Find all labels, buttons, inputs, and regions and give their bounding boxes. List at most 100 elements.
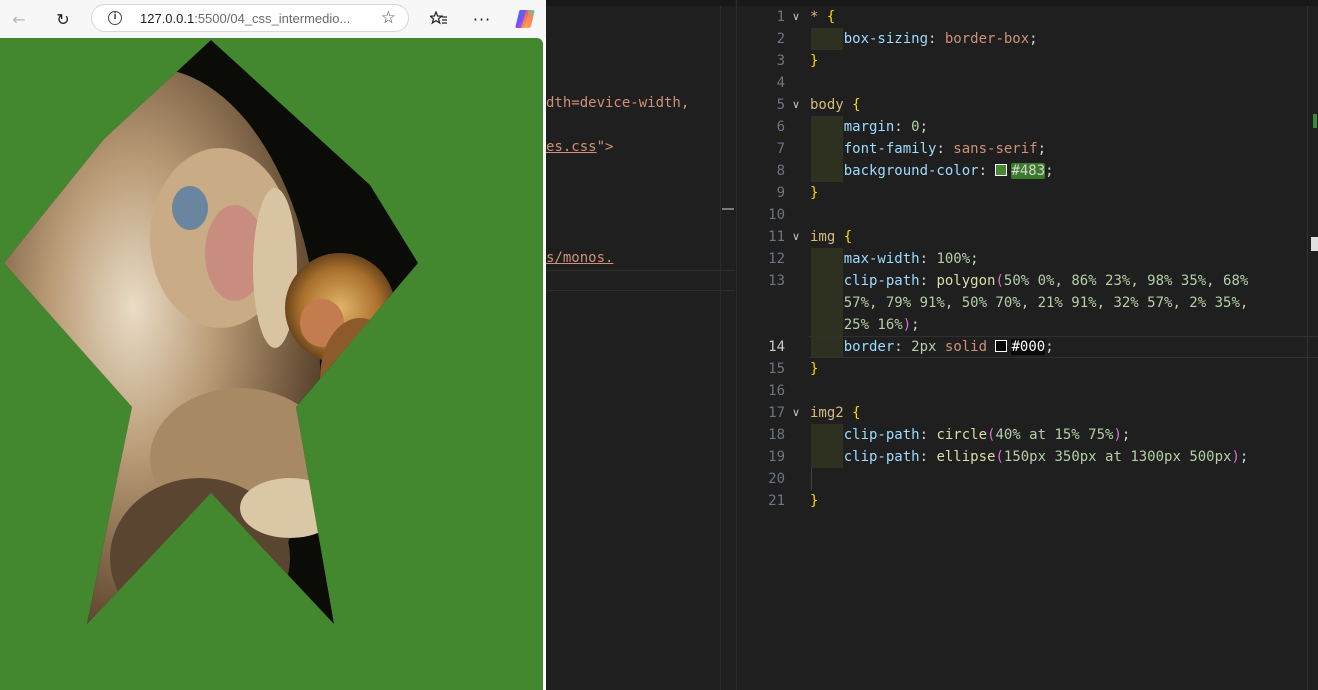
code-line-12[interactable]: max-width: 100%; bbox=[810, 248, 979, 270]
info-icon[interactable]: i bbox=[108, 11, 122, 25]
line-number: 3 bbox=[776, 53, 785, 69]
browser-window: ← ↻ i 127.0.0.1:5500/04_css_intermedio..… bbox=[0, 0, 546, 690]
line-number: 6 bbox=[776, 119, 785, 135]
color-swatch-black[interactable] bbox=[995, 340, 1008, 352]
brace: { bbox=[852, 97, 861, 113]
vertical-ruler bbox=[1307, 6, 1308, 690]
code-line-3[interactable]: } bbox=[810, 50, 818, 72]
css-property: border bbox=[843, 339, 895, 355]
css-property: clip-path bbox=[843, 449, 920, 465]
code-line-5[interactable]: body { bbox=[810, 94, 861, 116]
line-number: 5 bbox=[776, 97, 785, 113]
css-property: background-color bbox=[843, 163, 979, 179]
brace: } bbox=[810, 493, 819, 509]
brace: } bbox=[810, 361, 819, 377]
line-number-active: 14 bbox=[768, 339, 785, 355]
current-line-highlight bbox=[546, 270, 735, 291]
css-property: clip-path bbox=[843, 273, 920, 289]
indent-guide bbox=[811, 468, 844, 490]
editor-ruler bbox=[720, 6, 721, 690]
code-fragment-stylesheet[interactable]: es.css"> bbox=[546, 139, 613, 155]
page-viewport bbox=[0, 38, 543, 690]
back-arrow-icon[interactable]: ← bbox=[6, 6, 32, 32]
paren: ( bbox=[995, 273, 1004, 289]
code-line-11[interactable]: img { bbox=[810, 226, 852, 248]
code-line-13-wrap1[interactable]: 57%, 79% 91%, 50% 70%, 21% 91%, 32% 57%,… bbox=[810, 292, 1249, 314]
css-args: 57%, 79% 91%, 50% 70%, 21% 91%, 32% 57%,… bbox=[843, 295, 1249, 311]
html-editor-pane: dth=device-width, es.css"> s/monos. bbox=[546, 0, 735, 690]
clipped-monkey-image bbox=[4, 40, 418, 624]
paren: ( bbox=[995, 449, 1004, 465]
brace: { bbox=[852, 405, 861, 421]
code-line-7[interactable]: font-family: sans-serif; bbox=[810, 138, 1046, 160]
brace: { bbox=[826, 9, 836, 25]
code-line-1[interactable]: * { bbox=[810, 6, 835, 28]
css-args: 40% at 15% 75% bbox=[995, 427, 1114, 443]
fold-chevron-icon[interactable]: ∨ bbox=[792, 94, 800, 116]
code-fragment-viewport[interactable]: dth=device-width, bbox=[546, 95, 689, 111]
code-line-19[interactable]: clip-path: ellipse(150px 350px at 1300px… bbox=[810, 446, 1249, 468]
fold-chevron-icon[interactable]: ∨ bbox=[792, 6, 800, 28]
css-property: margin bbox=[843, 119, 895, 135]
paren: ) bbox=[1231, 449, 1240, 465]
url-host: 127.0.0.1 bbox=[140, 11, 195, 26]
favorite-star-icon[interactable]: ☆ bbox=[381, 8, 396, 28]
scroll-marker[interactable] bbox=[722, 208, 734, 210]
address-bar[interactable]: i 127.0.0.1:5500/04_css_intermedio... ☆ bbox=[91, 4, 409, 32]
git-change-marker[interactable] bbox=[1313, 114, 1317, 128]
browser-toolbar: ← ↻ i 127.0.0.1:5500/04_css_intermedio..… bbox=[0, 0, 546, 38]
fold-chevron-icon[interactable]: ∨ bbox=[792, 226, 800, 248]
scroll-position-marker[interactable] bbox=[1311, 237, 1318, 251]
favorites-icon[interactable] bbox=[426, 6, 452, 32]
line-number: 17 bbox=[768, 405, 785, 421]
line-number: 13 bbox=[768, 273, 785, 289]
css-value: solid bbox=[944, 339, 988, 355]
css-selector: * bbox=[810, 9, 819, 25]
copilot-icon[interactable] bbox=[512, 6, 538, 32]
css-args: 25% 16% bbox=[843, 317, 903, 333]
line-number: 19 bbox=[768, 449, 785, 465]
code-line-6[interactable]: margin: 0; bbox=[810, 116, 928, 138]
css-property: max-width bbox=[843, 251, 920, 267]
css-value: sans-serif bbox=[953, 141, 1038, 157]
code-line-13-wrap2[interactable]: 25% 16%); bbox=[810, 314, 920, 336]
code-line-13[interactable]: clip-path: polygon(50% 0%, 86% 23%, 98% … bbox=[810, 270, 1249, 292]
css-property: font-family bbox=[843, 141, 937, 157]
fold-chevron-icon[interactable]: ∨ bbox=[792, 402, 800, 424]
css-args: 50% 0%, 86% 23%, 98% 35%, 68% bbox=[1003, 273, 1249, 289]
code-line-2[interactable]: box-sizing: border-box; bbox=[810, 28, 1038, 50]
line-number: 16 bbox=[768, 383, 785, 399]
css-selector: img bbox=[810, 229, 836, 245]
line-number: 9 bbox=[776, 185, 785, 201]
paren: ) bbox=[1113, 427, 1122, 443]
code-line-15[interactable]: } bbox=[810, 358, 818, 380]
url-path: :5500/04_css_intermedio... bbox=[194, 11, 351, 26]
css-args: 150px 350px at 1300px 500px bbox=[1003, 449, 1232, 465]
code-line-18[interactable]: clip-path: circle(40% at 15% 75%); bbox=[810, 424, 1131, 446]
copilot-logo-icon bbox=[515, 10, 535, 28]
css-value: 2px bbox=[911, 339, 937, 355]
code-fragment-quote: "> bbox=[596, 139, 614, 155]
code-line-9[interactable]: } bbox=[810, 182, 818, 204]
css-selector: img2 bbox=[810, 405, 844, 421]
code-line-21[interactable]: } bbox=[810, 490, 818, 512]
color-swatch-green[interactable] bbox=[995, 164, 1008, 176]
more-options-icon[interactable]: ··· bbox=[469, 6, 495, 32]
css-function: circle bbox=[936, 427, 988, 443]
code-line-14[interactable]: border: 2px solid #000; bbox=[810, 336, 1054, 358]
paren: ) bbox=[902, 317, 912, 333]
code-fragment-img-src[interactable]: s/monos. bbox=[546, 250, 613, 266]
reload-icon[interactable]: ↻ bbox=[50, 6, 76, 32]
line-number: 20 bbox=[768, 471, 785, 487]
brace: } bbox=[810, 53, 819, 69]
line-number: 18 bbox=[768, 427, 785, 443]
css-color-value: #483 bbox=[1011, 163, 1046, 179]
css-color-value: #000 bbox=[1011, 339, 1046, 355]
url-text: 127.0.0.1:5500/04_css_intermedio... bbox=[140, 11, 365, 26]
code-line-8[interactable]: background-color: #483; bbox=[810, 160, 1054, 182]
css-editor-pane: 1 2 3 4 5 6 7 8 9 10 11 12 13 14 15 16 1… bbox=[736, 0, 1318, 690]
brace: } bbox=[810, 185, 819, 201]
css-property: clip-path bbox=[843, 427, 920, 443]
code-line-17[interactable]: img2 { bbox=[810, 402, 861, 424]
line-number: 1 bbox=[776, 9, 785, 25]
